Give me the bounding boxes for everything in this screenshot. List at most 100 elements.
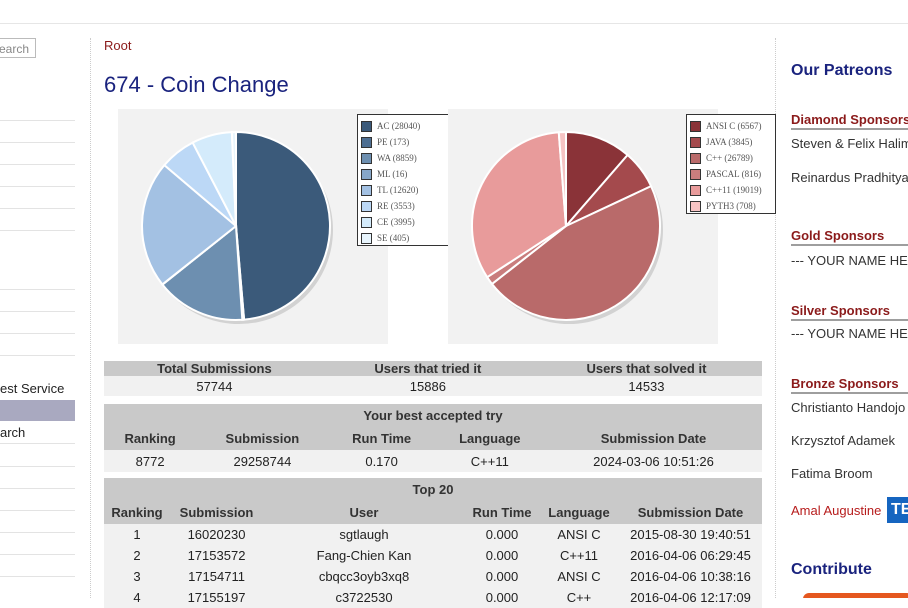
legend-item: PE (173) — [358, 134, 451, 150]
diamond-sponsor: Steven & Felix Halim — [791, 136, 908, 151]
left-separator — [90, 38, 91, 598]
nav-item-active[interactable] — [0, 400, 75, 421]
contribute-title: Contribute — [791, 561, 872, 578]
silver-title: Silver Sponsors — [791, 303, 890, 318]
language-pie-chart — [471, 130, 663, 324]
legend-label: ML (16) — [377, 169, 408, 179]
nav-item-search[interactable]: arch — [0, 425, 25, 440]
nav-divider — [0, 142, 75, 143]
section-rule — [791, 128, 908, 130]
legend-item: SE (405) — [358, 230, 451, 246]
legend-item: PASCAL (816) — [687, 166, 775, 182]
legend-label: C++ (26789) — [706, 153, 753, 163]
verdict-legend: AC (28040) PE (173) WA (8859) ML (16) TL (12… — [357, 114, 452, 246]
search-input[interactable]: earch — [0, 38, 36, 58]
diamond-sponsor: Reinardus Pradhitya — [791, 170, 908, 185]
silver-sponsor: --- YOUR NAME HERE --- — [791, 326, 908, 341]
best-try-table: Your best accepted try Ranking Submissio… — [104, 404, 762, 472]
legend-swatch — [361, 152, 372, 164]
nav-divider — [0, 443, 75, 444]
table-row: 2 17153572 Fang-Chien Kan 0.000 C++11 20… — [104, 545, 762, 566]
legend-swatch — [690, 152, 701, 164]
top20-header: Submission Date — [619, 501, 762, 524]
best-try-cell: 2024-03-06 10:51:26 — [545, 450, 762, 472]
legend-item: ANSI C (6567) — [687, 118, 775, 134]
top20-user-link[interactable]: Fang-Chien Kan — [263, 545, 465, 566]
contribute-button[interactable] — [803, 593, 908, 598]
legend-label: CE (3995) — [377, 217, 415, 227]
top20-header: Ranking — [104, 501, 170, 524]
page-title: 674 - Coin Change — [104, 72, 289, 97]
best-try-header: Run Time — [328, 427, 435, 450]
breadcrumb[interactable]: Root — [104, 38, 131, 53]
users-solved: 14533 — [530, 376, 762, 396]
top20-cell: 0.000 — [465, 566, 539, 587]
gold-title: Gold Sponsors — [791, 228, 885, 243]
top20-cell: 2015-08-30 19:40:51 — [619, 524, 762, 545]
nav-divider — [0, 208, 75, 209]
legend-label: WA (8859) — [377, 153, 417, 163]
best-try-header: Ranking — [104, 427, 197, 450]
verdict-pie-chart — [141, 130, 333, 324]
legend-label: SE (405) — [377, 233, 410, 243]
top20-cell: 3 — [104, 566, 170, 587]
top20-cell: ANSI C — [539, 566, 619, 587]
nav-divider — [0, 311, 75, 312]
badge-icon: TE — [887, 497, 908, 523]
legend-swatch — [690, 136, 701, 148]
left-nav: earch est Service arch — [0, 23, 75, 598]
amal-sponsor-link[interactable]: Amal Augustine — [791, 503, 881, 518]
best-try-cell: C++11 — [434, 450, 545, 472]
summary-header: Total Submissions — [104, 361, 325, 376]
top20-user-link[interactable]: cbqcc3oyb3xq8 — [263, 566, 465, 587]
bronze-title: Bronze Sponsors — [791, 376, 899, 391]
top-bar — [0, 0, 908, 24]
legend-swatch — [361, 136, 372, 148]
legend-item: WA (8859) — [358, 150, 451, 166]
top20-header: Language — [539, 501, 619, 524]
legend-swatch — [361, 168, 372, 180]
nav-divider — [0, 510, 75, 511]
table-row: 3 17154711 cbqcc3oyb3xq8 0.000 ANSI C 20… — [104, 566, 762, 587]
best-try-header: Submission Date — [545, 427, 762, 450]
pie-slice-ac — [235, 130, 331, 321]
legend-label: PE (173) — [377, 137, 410, 147]
best-try-cell: 0.170 — [328, 450, 435, 472]
language-legend: ANSI C (6567) JAVA (3845) C++ (26789) PASCA… — [686, 114, 776, 214]
legend-item: RE (3553) — [358, 198, 451, 214]
legend-item: C++ (26789) — [687, 150, 775, 166]
total-submissions: 57744 — [104, 376, 325, 396]
best-try-header: Language — [434, 427, 545, 450]
top20-cell: 16020230 — [170, 524, 263, 545]
legend-item: CE (3995) — [358, 214, 451, 230]
bronze-sponsor: Fatima Broom — [791, 466, 873, 481]
verdict-chart-panel — [118, 109, 388, 344]
nav-divider — [0, 230, 75, 231]
best-try-cell: 8772 — [104, 450, 197, 472]
top20-cell: C++11 — [539, 545, 619, 566]
nav-divider — [0, 355, 75, 356]
legend-swatch — [690, 200, 701, 212]
top20-cell: 2 — [104, 545, 170, 566]
legend-swatch — [361, 120, 372, 132]
top20-cell: 0.000 — [465, 545, 539, 566]
legend-item: JAVA (3845) — [687, 134, 775, 150]
nav-item-best-service[interactable]: est Service — [0, 381, 64, 396]
top20-cell: 0.000 — [465, 524, 539, 545]
users-tried: 15886 — [324, 376, 531, 396]
top20-user-link[interactable]: sgtlaugh — [263, 524, 465, 545]
legend-swatch — [361, 184, 372, 196]
language-chart-panel — [448, 109, 718, 344]
nav-divider — [0, 289, 75, 290]
legend-swatch — [690, 184, 701, 196]
nav-divider — [0, 466, 75, 467]
top20-table: Top 20 Ranking Submission User Run Time … — [104, 478, 762, 608]
patreons-title: Our Patreons — [791, 62, 893, 79]
nav-divider — [0, 532, 75, 533]
nav-divider — [0, 576, 75, 577]
summary-header: Users that solved it — [530, 361, 762, 376]
top20-cell: ANSI C — [539, 524, 619, 545]
top20-header: User — [263, 501, 465, 524]
best-try-header: Submission — [196, 427, 329, 450]
table-row: 1 16020230 sgtlaugh 0.000 ANSI C 2015-08… — [104, 524, 762, 545]
